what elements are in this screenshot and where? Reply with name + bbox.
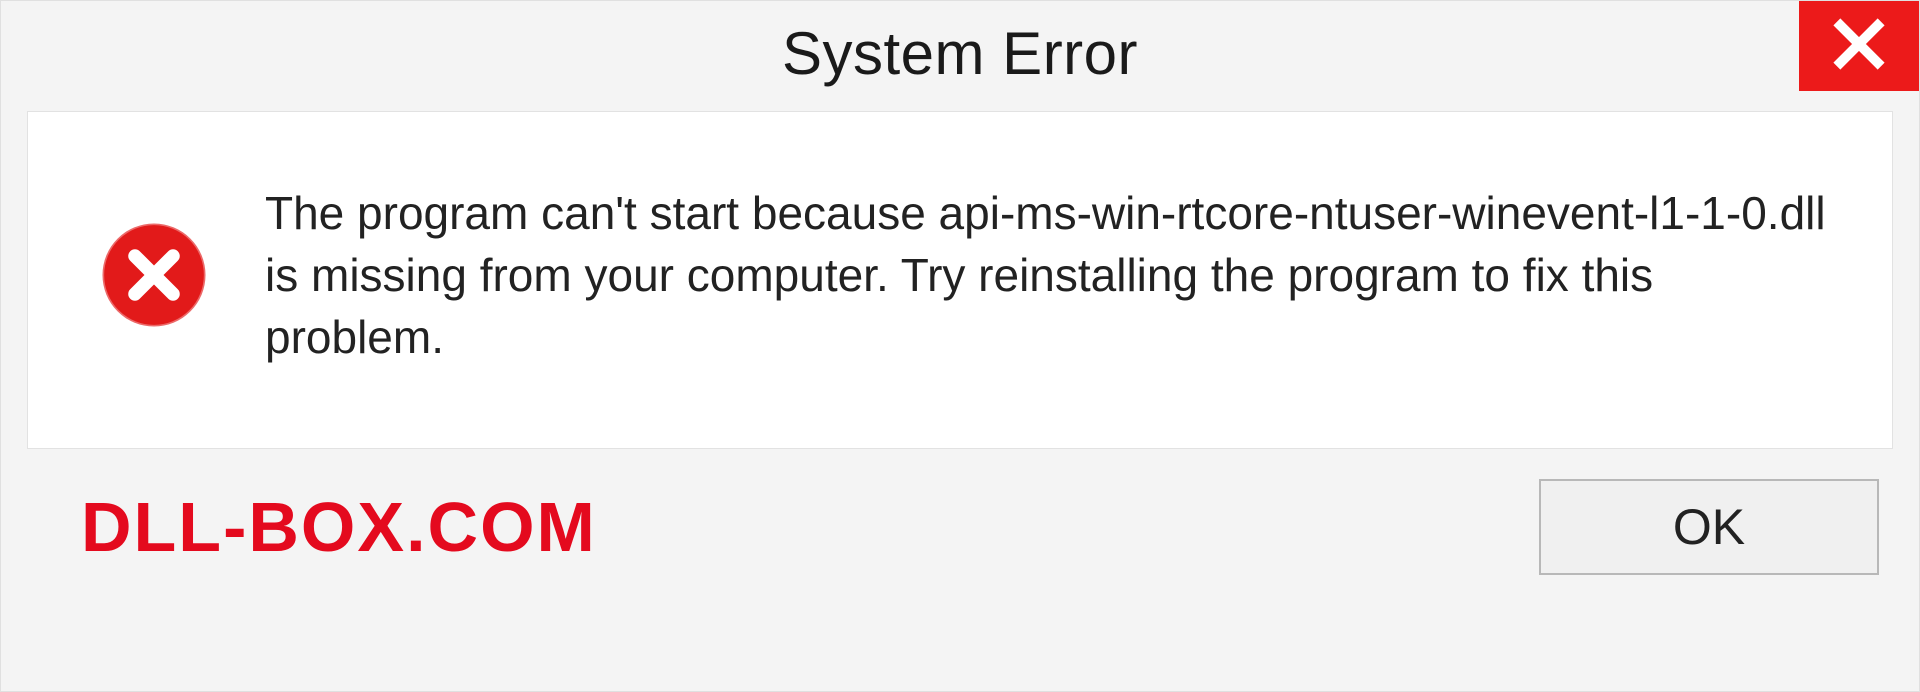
dialog-title: System Error — [782, 19, 1138, 88]
close-button[interactable] — [1799, 1, 1919, 91]
content-pane: The program can't start because api-ms-w… — [27, 111, 1893, 449]
ok-button[interactable]: OK — [1539, 479, 1879, 575]
error-message: The program can't start because api-ms-w… — [265, 182, 1832, 368]
watermark-text: DLL-BOX.COM — [81, 487, 597, 567]
footer-bar: DLL-BOX.COM OK — [1, 449, 1919, 605]
close-icon — [1831, 16, 1887, 77]
title-bar: System Error — [1, 1, 1919, 105]
error-dialog: System Error The program can't start bec… — [0, 0, 1920, 692]
error-icon — [98, 219, 210, 331]
